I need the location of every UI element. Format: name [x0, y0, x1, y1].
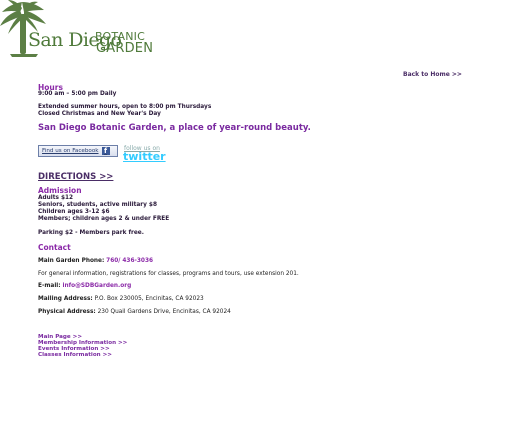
hours-extended: Extended summer hours, open to 8:00 pm T… [38, 104, 212, 110]
tagline: San Diego Botanic Garden, a place of yea… [38, 123, 311, 133]
physical-address: 230 Quail Gardens Drive, Encinitas, CA 9… [97, 309, 231, 315]
general-info: For general information, registrations f… [38, 271, 299, 277]
classes-link[interactable]: Classes Information >> [38, 352, 112, 358]
twitter-logo[interactable]: twitter [123, 150, 166, 163]
phone-link[interactable]: 760/ 436-3036 [106, 258, 153, 264]
logo-garden: GARDEN [96, 41, 154, 56]
back-to-home-link[interactable]: Back to Home >> [403, 71, 462, 78]
admission-line: Children ages 3-12 $6 [38, 209, 110, 215]
mailing-address: P.O. Box 230005, Encinitas, CA 92023 [94, 296, 204, 302]
phone-label: Main Garden Phone: [38, 258, 105, 264]
hours-closed: Closed Christmas and New Year's Day [38, 111, 161, 117]
hours-daily: 9:00 am – 5:00 pm Daily [38, 91, 117, 97]
contact-heading: Contact [38, 243, 71, 252]
email-link[interactable]: info@SDBGarden.org [62, 283, 131, 289]
email-row: E-mail: info@SDBGarden.org [38, 283, 131, 289]
admission-heading: Admission [38, 186, 82, 195]
facebook-label: Find us on Facebook [42, 148, 99, 154]
admission-line: Adults $12 [38, 195, 74, 201]
facebook-button[interactable]: Find us on Facebook f [38, 145, 118, 157]
phone-row: Main Garden Phone: 760/ 436-3036 [38, 258, 153, 264]
email-label: E-mail: [38, 283, 61, 289]
physical-label: Physical Address: [38, 309, 96, 315]
mailing-label: Mailing Address: [38, 296, 93, 302]
admission-line: Seniors, students, active military $8 [38, 202, 157, 208]
facebook-icon: f [101, 147, 110, 155]
directions-link[interactable]: DIRECTIONS >> [38, 172, 113, 182]
admission-line: Members; children ages 2 & under FREE [38, 216, 170, 222]
parking-info: Parking $2 - Members park free. [38, 230, 144, 236]
site-logo[interactable]: San Diego BOTANIC GARDEN [0, 0, 160, 58]
physical-row: Physical Address: 230 Quail Gardens Driv… [38, 309, 231, 315]
mailing-row: Mailing Address: P.O. Box 230005, Encini… [38, 296, 204, 302]
